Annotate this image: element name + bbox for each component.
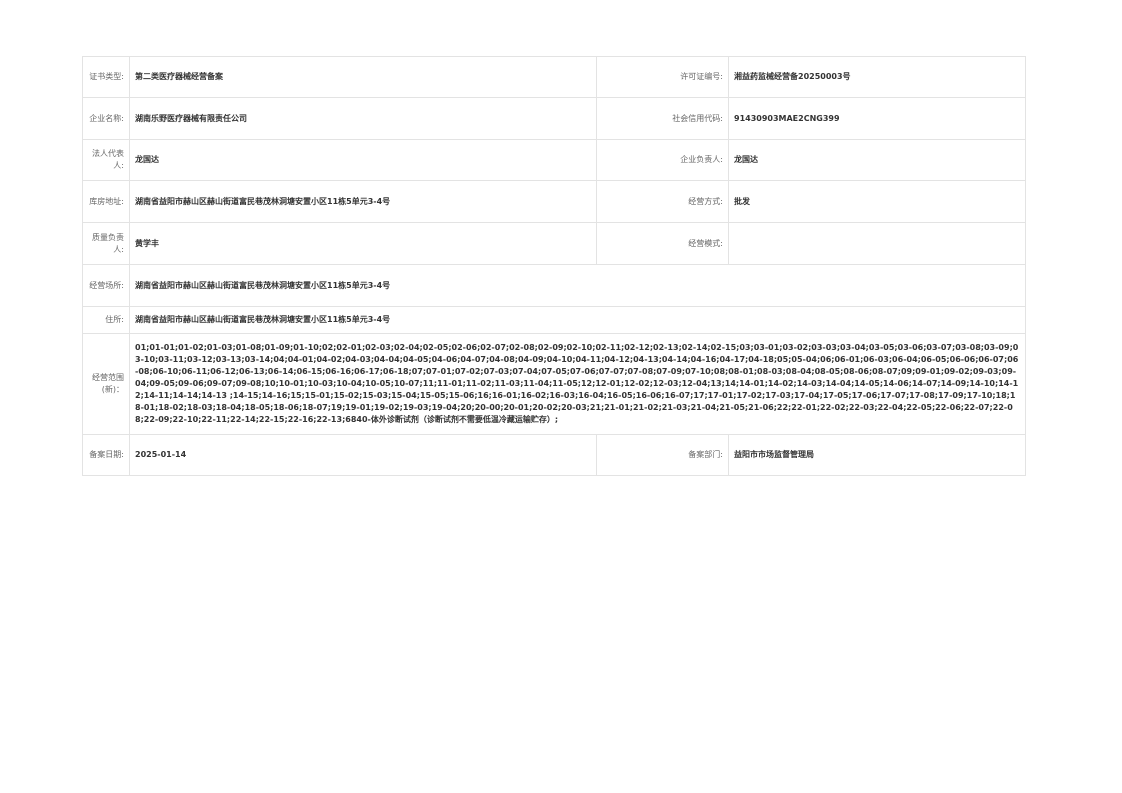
certificate-type-label: 证书类型: [82, 56, 130, 98]
legal-representative-value: 龙国达 [129, 139, 597, 181]
filing-department-value: 益阳市市场监督管理局 [728, 434, 1026, 476]
table-row: 库房地址: 湖南省益阳市赫山区赫山街道富民巷茂林洞塘安置小区11栋5单元3-4号… [82, 180, 1026, 223]
record-table: 证书类型: 第二类医疗器械经营备案 许可证编号: 湘益药监械经营备2025000… [82, 56, 1026, 476]
warehouse-address-label: 库房地址: [82, 180, 130, 223]
filing-date-label: 备案日期: [82, 434, 130, 476]
business-mode-value [728, 222, 1026, 265]
license-number-value: 湘益药监械经营备20250003号 [728, 56, 1026, 98]
business-scope-value: 01;01-01;01-02;01-03;01-08;01-09;01-10;0… [129, 333, 1026, 435]
credit-code-label: 社会信用代码: [596, 97, 729, 140]
legal-representative-label: 法人代表人: [82, 139, 130, 181]
quality-manager-value: 黄学丰 [129, 222, 597, 265]
table-row: 企业名称: 湖南乐野医疗器械有限责任公司 社会信用代码: 91430903MAE… [82, 97, 1026, 140]
quality-manager-label: 质量负责人: [82, 222, 130, 265]
company-name-label: 企业名称: [82, 97, 130, 140]
residence-value: 湖南省益阳市赫山区赫山街道富民巷茂林洞塘安置小区11栋5单元3-4号 [129, 306, 1026, 334]
record-sheet: 证书类型: 第二类医疗器械经营备案 许可证编号: 湘益药监械经营备2025000… [82, 56, 1026, 476]
table-row: 证书类型: 第二类医疗器械经营备案 许可证编号: 湘益药监械经营备2025000… [82, 56, 1026, 98]
warehouse-address-value: 湖南省益阳市赫山区赫山街道富民巷茂林洞塘安置小区11栋5单元3-4号 [129, 180, 597, 223]
company-name-value: 湖南乐野医疗器械有限责任公司 [129, 97, 597, 140]
table-row: 住所: 湖南省益阳市赫山区赫山街道富民巷茂林洞塘安置小区11栋5单元3-4号 [82, 306, 1026, 334]
filing-department-label: 备案部门: [596, 434, 729, 476]
company-head-value: 龙国达 [728, 139, 1026, 181]
business-method-label: 经营方式: [596, 180, 729, 223]
certificate-type-value: 第二类医疗器械经营备案 [129, 56, 597, 98]
table-row: 经营范围(新)： 01;01-01;01-02;01-03;01-08;01-0… [82, 333, 1026, 435]
credit-code-value: 91430903MAE2CNG399 [728, 97, 1026, 140]
business-scope-label: 经营范围(新)： [82, 333, 130, 435]
residence-label: 住所: [82, 306, 130, 334]
filing-date-value: 2025-01-14 [129, 434, 597, 476]
table-row: 备案日期: 2025-01-14 备案部门: 益阳市市场监督管理局 [82, 434, 1026, 476]
table-row: 法人代表人: 龙国达 企业负责人: 龙国达 [82, 139, 1026, 181]
license-number-label: 许可证编号: [596, 56, 729, 98]
business-method-value: 批发 [728, 180, 1026, 223]
table-row: 质量负责人: 黄学丰 经营模式: [82, 222, 1026, 265]
business-site-label: 经营场所: [82, 264, 130, 307]
table-row: 经营场所: 湖南省益阳市赫山区赫山街道富民巷茂林洞塘安置小区11栋5单元3-4号 [82, 264, 1026, 307]
company-head-label: 企业负责人: [596, 139, 729, 181]
business-mode-label: 经营模式: [596, 222, 729, 265]
business-site-value: 湖南省益阳市赫山区赫山街道富民巷茂林洞塘安置小区11栋5单元3-4号 [129, 264, 1026, 307]
